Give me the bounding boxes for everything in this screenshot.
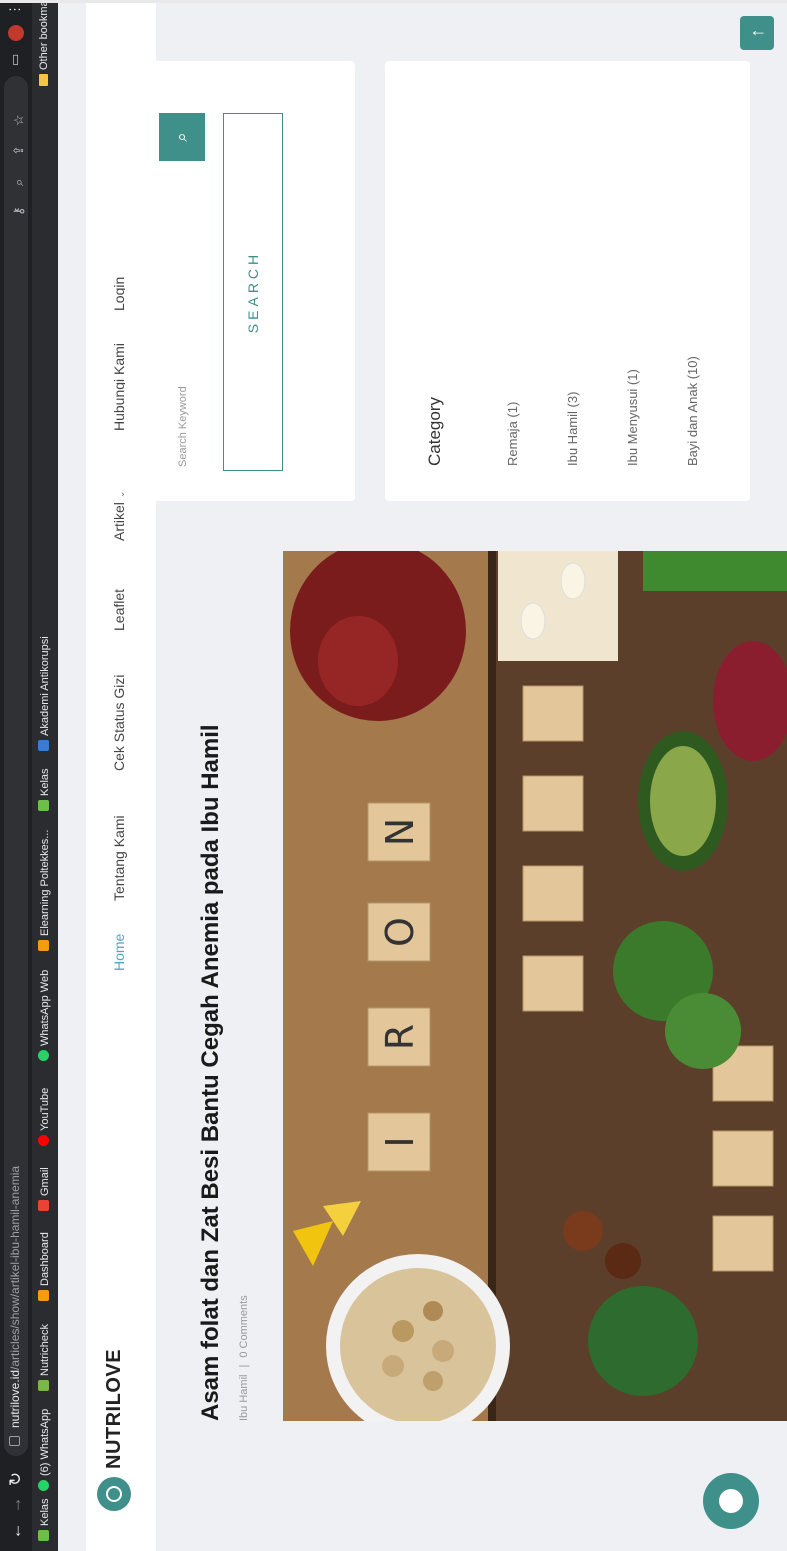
scrollbar[interactable]: [0, 0, 787, 3]
bookmark-gmail[interactable]: Gmail: [38, 1167, 51, 1211]
bookmark-kelas-2[interactable]: Kelas: [38, 768, 51, 811]
bookmark-whatsapp-web[interactable]: WhatsApp Web: [38, 970, 51, 1061]
bookmarks-bar: Kelas (6) WhatsApp Nutricheck Dashboard …: [32, 0, 58, 1551]
nav-cek-status-gizi[interactable]: Cek Status Gizi: [111, 675, 127, 771]
url-text: nutrilove.id/articles/show/artikel-ibu-h…: [8, 1165, 22, 1428]
category-item[interactable]: Bayi dan Anak (10): [685, 356, 700, 466]
browser-window: ← → ↻ nutrilove.id/articles/show/artikel…: [0, 0, 787, 1551]
article-category[interactable]: Ibu Hamil: [238, 1375, 250, 1421]
bookmark-youtube[interactable]: YouTube: [38, 1088, 51, 1146]
tab-search-icon[interactable]: ▭: [7, 54, 23, 66]
brand-name[interactable]: NUTRILOVE: [103, 1349, 126, 1469]
bookmark-antikorupsi[interactable]: Akademi Antikorupsi: [38, 636, 51, 751]
category-item[interactable]: Ibu Hamil (3): [565, 392, 580, 466]
comment-count[interactable]: 0 Comments: [238, 1295, 250, 1357]
bookmark-dashboard[interactable]: Dashboard: [38, 1232, 51, 1301]
svg-text:R: R: [378, 1024, 422, 1050]
bookmark-nutricheck[interactable]: Nutricheck: [38, 1324, 51, 1391]
key-icon[interactable]: ⚷: [11, 206, 27, 216]
reload-icon[interactable]: ↻: [6, 1469, 26, 1489]
svg-text:O: O: [378, 917, 422, 947]
nav-tentang-kami[interactable]: Tentang Kami: [111, 815, 127, 901]
other-bookmarks[interactable]: Other bookmarks: [38, 0, 50, 86]
category-item[interactable]: Ibu Menyusui (1): [625, 369, 640, 466]
article-meta: Ibu Hamil|0 Comments: [238, 1295, 250, 1421]
zoom-icon[interactable]: ⌕: [11, 179, 27, 186]
star-icon[interactable]: ☆: [11, 114, 27, 126]
category-item[interactable]: Remaja (1): [505, 402, 520, 466]
chat-icon[interactable]: [703, 1473, 759, 1529]
search-card: ⌕ SEARCH: [125, 61, 355, 501]
article-hero-image: I R O N: [283, 551, 787, 1421]
category-title: Category: [425, 397, 444, 466]
nav-leaflet[interactable]: Leaflet: [111, 589, 127, 631]
svg-text:I: I: [378, 1136, 422, 1147]
category-card: Category Remaja (1) Ibu Hamil (3) Ibu Me…: [385, 61, 750, 501]
logo-icon[interactable]: [97, 1477, 131, 1511]
share-icon[interactable]: ⇪: [11, 145, 27, 156]
svg-text:N: N: [378, 818, 422, 846]
menu-dots-icon[interactable]: ⋮: [7, 3, 23, 16]
bookmark-elearning[interactable]: Elearning Poltekkes...: [38, 830, 51, 951]
search-button[interactable]: SEARCH: [223, 113, 283, 471]
folder-icon: [39, 74, 48, 86]
bookmark-kelas[interactable]: Kelas: [38, 1498, 51, 1541]
back-to-top-arrow-icon[interactable]: ↑: [740, 16, 774, 50]
browser-toolbar: ← → ↻ nutrilove.id/articles/show/artikel…: [0, 0, 32, 1551]
search-input[interactable]: [163, 161, 203, 471]
nav-home[interactable]: Home: [111, 934, 127, 971]
forward-arrow-icon[interactable]: →: [6, 1495, 26, 1515]
back-arrow-icon[interactable]: ←: [6, 1521, 26, 1541]
address-bar[interactable]: nutrilove.id/articles/show/artikel-ibu-h…: [4, 76, 28, 1456]
search-icon[interactable]: ⌕: [159, 113, 205, 161]
lock-icon: [9, 1436, 20, 1446]
article-title: Asam folat dan Zat Besi Bantu Cegah Anem…: [197, 724, 224, 1421]
bookmark-whatsapp[interactable]: (6) WhatsApp: [38, 1409, 51, 1491]
profile-avatar[interactable]: [8, 25, 24, 41]
